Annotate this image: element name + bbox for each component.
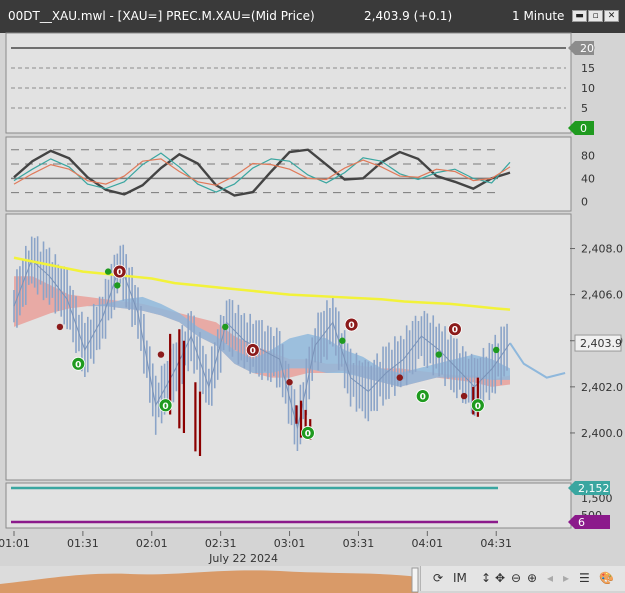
green-dot (435, 351, 443, 358)
red-dot (56, 323, 64, 331)
red-dot (460, 392, 468, 400)
green-dot (493, 346, 500, 354)
y-tick-label: 15 (581, 62, 595, 75)
buy-signal-label: 0 (75, 360, 81, 370)
scroll-right-icon[interactable]: ▸ (563, 571, 569, 585)
vertical-zoom-icon[interactable]: ↕ (481, 571, 491, 585)
value-marker (568, 515, 610, 529)
y-tick-label: 2,406.0 (581, 289, 623, 302)
buy-signal-label: 0 (420, 393, 426, 403)
y-tick-label: 5 (581, 102, 588, 115)
y-tick-label: 80 (581, 149, 595, 162)
im-button[interactable]: IM (453, 571, 467, 585)
chart-toolbar: ⟳ IM ↕ ✥ ⊖ ⊕ ◂ ▸ ☰ 🎨 (420, 566, 625, 591)
x-tick-label: 03:01 (274, 537, 306, 550)
y-tick-label: 2,408.0 (581, 243, 623, 256)
x-tick-label: 04:01 (411, 537, 443, 550)
zoom-in-icon[interactable]: ⊕ (527, 571, 537, 585)
x-tick-label: 02:31 (205, 537, 237, 550)
sell-signal-label: 0 (348, 321, 354, 331)
chart-window: 00DT__XAU.mwl - [XAU=] PREC.M.XAU=(Mid P… (0, 0, 625, 593)
sell-signal-label: 0 (250, 346, 256, 356)
time-axis: 01:01 01:31 02:01 02:31 03:01 03:31 04:01 04:31… (0, 531, 512, 565)
oscillator-panel[interactable] (5, 136, 572, 212)
green-dot (222, 323, 229, 331)
value-marker-label: 2,152 (578, 482, 610, 495)
chart-canvas[interactable]: 05101520200 04080 2,400.02,402.02,404.02… (0, 0, 625, 593)
y-tick-label: 40 (581, 172, 595, 185)
red-dot (286, 379, 293, 386)
sell-signal-label: 0 (116, 268, 122, 278)
value-marker-label: 6 (578, 516, 585, 529)
value-marker-label: 20 (580, 42, 594, 55)
y-tick-label: 0 (581, 195, 588, 208)
buy-signal-label: 0 (162, 402, 168, 412)
list-icon[interactable]: ☰ (579, 571, 590, 585)
refresh-icon[interactable]: ⟳ (433, 571, 443, 585)
x-tick-label: 04:31 (480, 537, 512, 550)
scroll-left-icon[interactable]: ◂ (547, 571, 553, 585)
date-label: July 22 2024 (208, 552, 278, 565)
x-tick-label: 02:01 (136, 537, 168, 550)
green-dot (114, 282, 121, 289)
move-icon[interactable]: ✥ (495, 571, 505, 585)
zoom-out-icon[interactable]: ⊖ (511, 571, 521, 585)
current-price-label: 2,403.9 (580, 337, 622, 350)
y-tick-label: 10 (581, 82, 595, 95)
x-tick-label: 01:31 (67, 537, 99, 550)
buy-signal-label: 0 (305, 429, 311, 439)
y-tick-label: 2,402.0 (581, 381, 623, 394)
red-dot (157, 351, 165, 358)
red-dot (396, 374, 403, 381)
green-dot (339, 337, 346, 344)
buy-signal-label: 0 (475, 402, 481, 412)
palette-icon[interactable]: 🎨 (599, 571, 614, 585)
sell-signal-label: 0 (452, 326, 458, 336)
green-dot (104, 268, 112, 275)
navigator-handle[interactable] (411, 567, 419, 593)
y-tick-label: 2,400.0 (581, 427, 623, 440)
x-tick-label: 01:01 (0, 537, 30, 550)
value-marker-label: 0 (580, 122, 587, 135)
x-tick-label: 03:31 (343, 537, 375, 550)
